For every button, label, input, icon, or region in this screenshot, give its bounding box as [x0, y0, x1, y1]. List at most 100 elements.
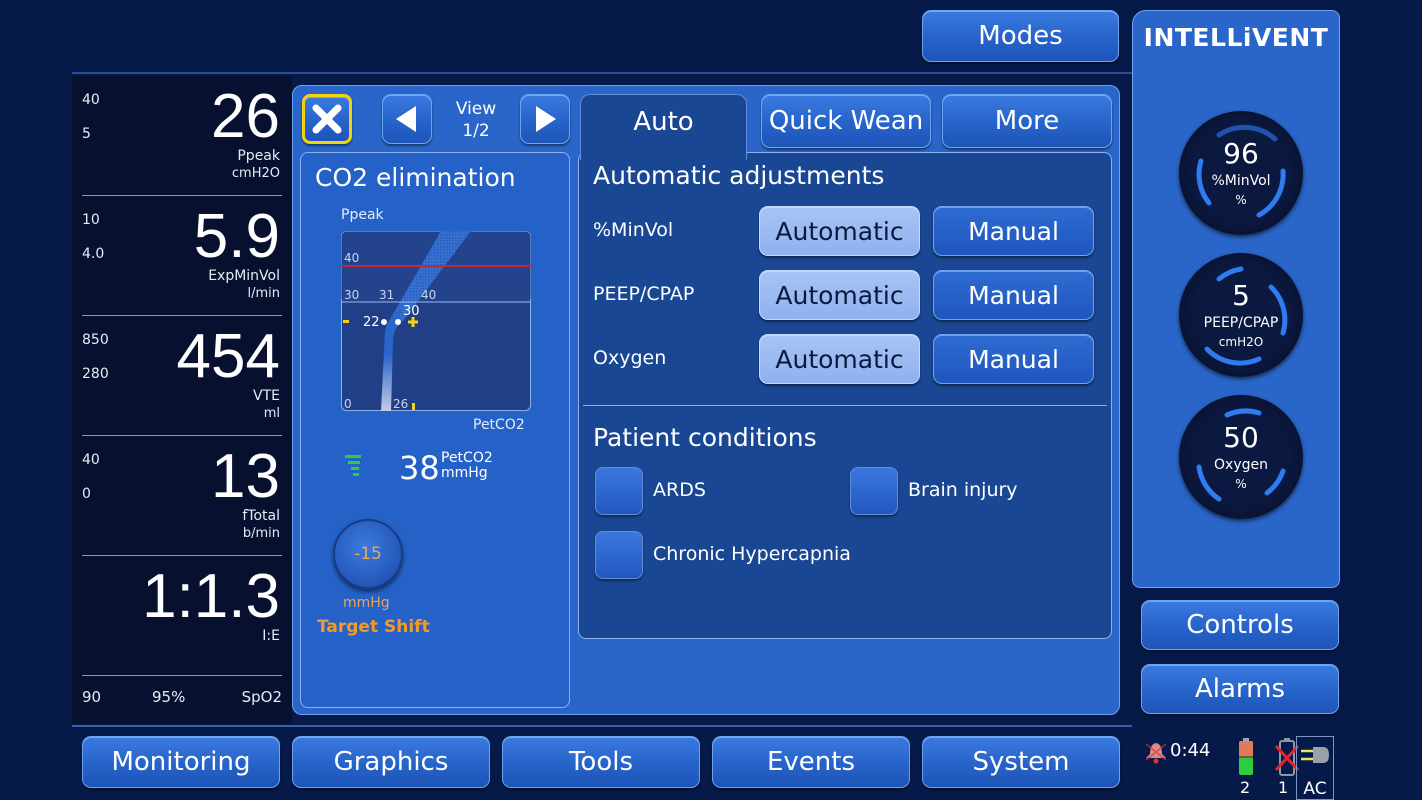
param-value: 5.9 — [193, 202, 280, 271]
petco2-name: PetCO2 — [441, 450, 493, 466]
nav-graphics[interactable]: Graphics — [292, 736, 490, 788]
current-ppeak-label: 22 — [363, 315, 380, 330]
dial-value: 50 — [1223, 421, 1259, 454]
param-value: 1:1.3 — [142, 562, 280, 631]
top-divider — [72, 72, 1132, 74]
petco2-info: PetCO2 mmHg — [441, 451, 493, 481]
dial-value: 96 — [1223, 137, 1259, 170]
low-limit: 4.0 — [82, 246, 105, 262]
nav-events[interactable]: Events — [712, 736, 910, 788]
button-label: Controls — [1186, 610, 1294, 640]
alarm-silence-icon[interactable] — [1142, 738, 1170, 766]
param-name: VTE — [253, 388, 280, 404]
close-button[interactable] — [302, 94, 352, 144]
brain-injury-label: Brain injury — [908, 479, 1018, 501]
dial-minvol[interactable]: 96 %MinVol % — [1179, 111, 1303, 235]
view-indicator: View 1/2 — [436, 98, 516, 142]
brain-injury-checkbox[interactable] — [850, 467, 898, 515]
dial-oxygen[interactable]: 50 Oxygen % — [1179, 395, 1303, 519]
view-page: 1/2 — [462, 121, 490, 141]
oxygen-automatic-button[interactable]: Automatic — [759, 334, 920, 384]
auto-panel: Automatic adjustments %MinVol Automatic … — [578, 152, 1112, 639]
nav-label: System — [972, 747, 1070, 777]
param-unit: l/min — [247, 286, 280, 301]
tab-more[interactable]: More — [942, 94, 1112, 148]
nav-tools[interactable]: Tools — [502, 736, 700, 788]
button-label: Automatic — [775, 216, 904, 246]
battery-2-icon — [1239, 738, 1253, 775]
co2-elimination-panel: CO2 elimination Ppeak 40 30 31 40 0 22 3… — [300, 152, 570, 708]
button-label: Alarms — [1194, 674, 1286, 704]
alarms-button[interactable]: Alarms — [1141, 664, 1339, 714]
dial-unit: cmH2O — [1218, 335, 1264, 349]
high-limit: 40 — [82, 452, 100, 468]
ards-checkbox[interactable] — [595, 467, 643, 515]
param-value: 13 — [211, 442, 280, 511]
param-name: I:E — [262, 628, 280, 644]
automatic-adjustments-title: Automatic adjustments — [593, 161, 885, 190]
modes-label: Modes — [978, 21, 1063, 51]
target-shift-knob[interactable]: -15 — [333, 519, 403, 589]
param-unit: b/min — [242, 526, 280, 541]
monitoring-panel: 40 5 26 Ppeak cmH2O 10 4.0 5.9 ExpMinVol… — [72, 76, 292, 724]
target-shift-unit: mmHg — [343, 595, 390, 611]
nav-label: Events — [766, 747, 856, 777]
tab-quick-wean[interactable]: Quick Wean — [761, 94, 931, 148]
view-label: View — [455, 99, 497, 119]
modes-button[interactable]: Modes — [922, 10, 1119, 62]
param-unit: ml — [263, 406, 280, 421]
target-ppeak-label: 30 — [403, 304, 420, 319]
param-expminvol: 10 4.0 5.9 ExpMinVol l/min — [72, 196, 292, 316]
button-label: Manual — [968, 344, 1059, 374]
low-limit: 5 — [82, 126, 91, 142]
tab-label: Quick Wean — [768, 106, 924, 136]
controls-button[interactable]: Controls — [1141, 600, 1339, 650]
bottom-divider — [72, 725, 1132, 727]
previous-view-button[interactable] — [382, 94, 432, 144]
tick-ppeak-limit: 40 — [344, 251, 359, 265]
tick-ppeak-zero: 0 — [344, 397, 352, 411]
battery-1-label: 1 — [1278, 778, 1289, 797]
tab-label: More — [994, 106, 1060, 136]
high-limit: 40 — [82, 92, 100, 108]
petco2-marker-label: 26 — [393, 397, 408, 411]
signal-strength-icon — [345, 455, 361, 476]
param-ie: 1:1.3 I:E — [72, 556, 292, 676]
high-limit: 850 — [82, 332, 109, 348]
button-label: Manual — [968, 280, 1059, 310]
row-label-oxygen: Oxygen — [593, 347, 667, 369]
peep-manual-button[interactable]: Manual — [933, 270, 1094, 320]
arrow-right-icon — [536, 106, 556, 132]
minvol-automatic-button[interactable]: Automatic — [759, 206, 920, 256]
intellivent-panel: INTELLiVENT 96 %MinVol % 5 PEEP/CPAP cmH… — [1132, 10, 1340, 588]
oxygen-manual-button[interactable]: Manual — [933, 334, 1094, 384]
chronic-hypercapnia-label: Chronic Hypercapnia — [653, 543, 851, 565]
high-limit: 10 — [82, 212, 100, 228]
peep-automatic-button[interactable]: Automatic — [759, 270, 920, 320]
petco2-marker — [412, 403, 415, 410]
dial-unit: % — [1235, 477, 1247, 491]
target-shift-value: -15 — [354, 544, 382, 564]
tab-auto[interactable]: Auto — [580, 94, 747, 160]
panel-title: CO2 elimination — [315, 163, 516, 192]
chronic-hypercapnia-checkbox[interactable] — [595, 531, 643, 579]
ac-label: AC — [1303, 779, 1327, 799]
section-divider — [583, 405, 1107, 406]
nav-system[interactable]: System — [922, 736, 1120, 788]
dial-unit: % — [1235, 193, 1247, 207]
param-ftotal: 40 0 13 fTotal b/min — [72, 436, 292, 556]
spo2-name: SpO2 — [241, 688, 282, 706]
dial-peep[interactable]: 5 PEEP/CPAP cmH2O — [1179, 253, 1303, 377]
param-ppeak: 40 5 26 Ppeak cmH2O — [72, 76, 292, 196]
param-value: 454 — [176, 322, 280, 391]
next-view-button[interactable] — [520, 94, 570, 144]
co2-panel-chart: 40 30 31 40 0 22 30 26 — [341, 231, 531, 411]
nav-monitoring[interactable]: Monitoring — [82, 736, 280, 788]
param-unit: cmH2O — [231, 166, 280, 181]
ac-plug-icon — [1301, 747, 1329, 763]
low-limit: 0 — [82, 486, 91, 502]
spo2-low-limit: 90 — [82, 688, 102, 706]
dial-name: %MinVol — [1211, 173, 1271, 189]
row-label-peep: PEEP/CPAP — [593, 283, 695, 305]
minvol-manual-button[interactable]: Manual — [933, 206, 1094, 256]
